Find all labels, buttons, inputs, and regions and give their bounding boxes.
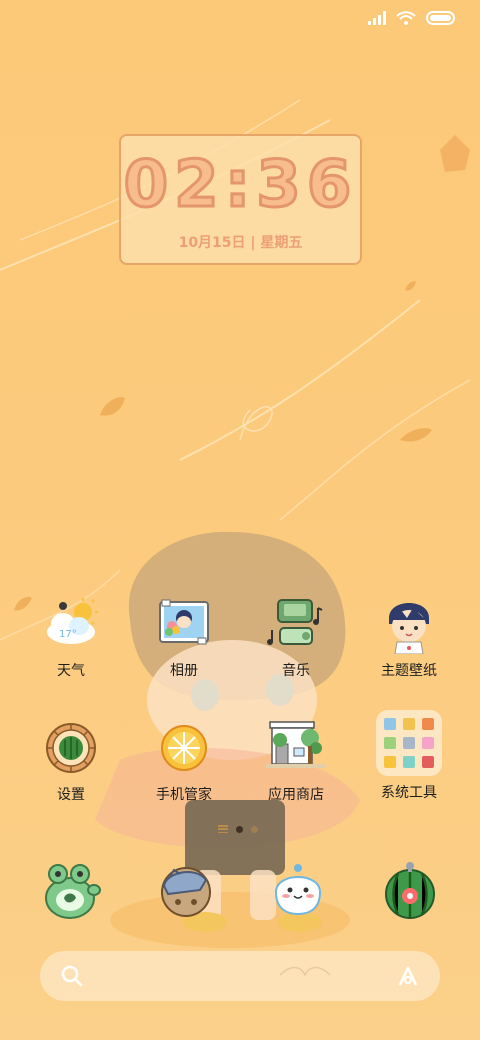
- app-music[interactable]: 音乐: [246, 594, 346, 680]
- home-menu-icon: [218, 825, 228, 833]
- messages-icon: [161, 867, 211, 917]
- page-dot-1: [236, 825, 243, 833]
- themes-icon: [379, 594, 439, 655]
- browser-icon: [274, 864, 322, 916]
- settings-icon: [41, 718, 101, 778]
- search-icon[interactable]: [60, 964, 84, 988]
- app-settings[interactable]: 设置: [21, 718, 121, 804]
- dock-camera[interactable]: [380, 860, 440, 920]
- dock-messages[interactable]: [156, 860, 216, 920]
- app-label-themes: 主题壁纸: [381, 662, 437, 678]
- wifi-icon: [396, 11, 416, 25]
- phone-icon: [45, 864, 101, 919]
- app-label-music: 音乐: [282, 662, 310, 678]
- music-icon: [266, 594, 326, 654]
- app-label-tools: 系统工具: [381, 784, 437, 800]
- app-label-settings: 设置: [57, 786, 85, 802]
- app-themes[interactable]: 主题壁纸: [359, 594, 459, 680]
- dock-phone[interactable]: [42, 860, 102, 920]
- battery-icon: [426, 11, 455, 25]
- svg-text:17°: 17°: [59, 629, 77, 640]
- app-label-store: 应用商店: [268, 786, 324, 802]
- gallery-icon: [154, 594, 214, 654]
- app-store-icon: [266, 718, 326, 778]
- app-store[interactable]: 应用商店: [246, 718, 346, 804]
- security-icon: [154, 718, 214, 778]
- folder-system-tools[interactable]: 系统工具: [359, 710, 459, 802]
- dock-browser[interactable]: [268, 860, 328, 920]
- tools-folder-icon: [376, 710, 442, 776]
- app-label-gallery: 相册: [170, 662, 198, 678]
- signal-icon: [368, 11, 386, 25]
- search-bar[interactable]: [40, 951, 440, 1001]
- app-security[interactable]: 手机管家: [134, 718, 234, 804]
- page-indicator[interactable]: [218, 825, 258, 833]
- app-weather[interactable]: 17° 天气: [21, 594, 121, 680]
- status-bar: [0, 0, 480, 40]
- clock-time: 02:36: [122, 147, 358, 224]
- clock-widget[interactable]: 02:36 10月15日 | 星期五: [119, 134, 362, 265]
- assistant-icon[interactable]: [396, 964, 420, 988]
- app-label-security: 手机管家: [156, 786, 212, 802]
- clock-date: 10月15日 | 星期五: [178, 235, 303, 251]
- app-label-weather: 天气: [57, 662, 85, 678]
- camera-icon: [385, 862, 435, 919]
- weather-icon: 17°: [41, 594, 101, 654]
- app-gallery[interactable]: 相册: [134, 594, 234, 680]
- page-dot-2: [251, 825, 258, 833]
